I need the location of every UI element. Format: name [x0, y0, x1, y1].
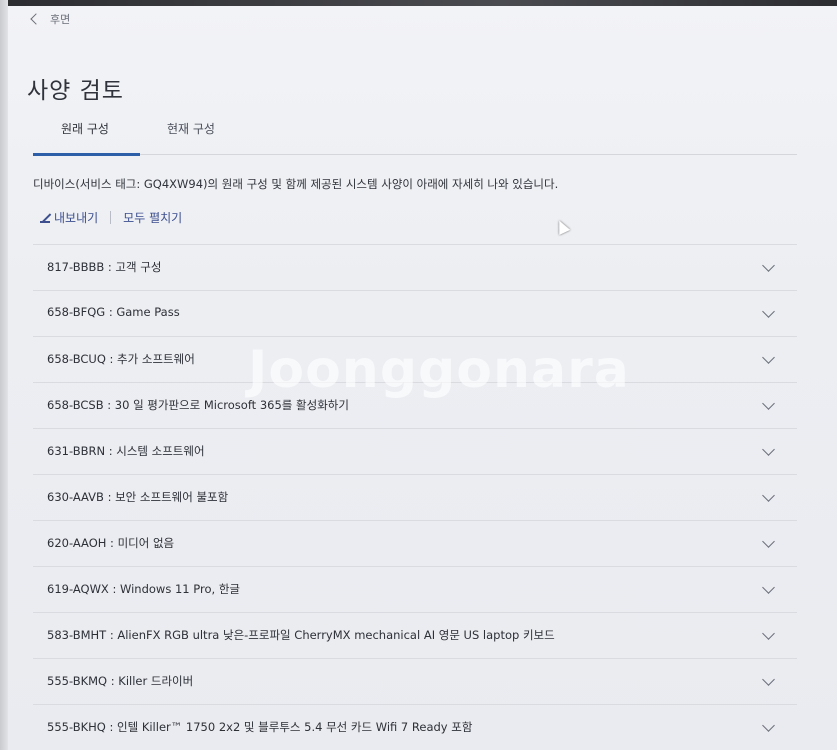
mouse-cursor-icon [553, 218, 571, 235]
list-item-label: 555-BKHQ : 인텔 Killer™ 1750 2x2 및 블루투스 5.… [47, 720, 473, 734]
list-item-label: 658-BCUQ : 추가 소프트웨어 [47, 352, 195, 366]
page-title: 사양 검토 [27, 78, 124, 105]
list-item-label: 631-BBRN : 시스템 소프트웨어 [47, 444, 205, 458]
expand-all-label: 모두 펼치기 [123, 211, 183, 225]
list-item[interactable]: 583-BMHT : AlienFX RGB ultra 낮은-프로파일 Che… [33, 613, 797, 659]
export-button[interactable]: 내보내기 [40, 209, 98, 226]
chevron-down-icon[interactable] [762, 535, 775, 548]
active-tab-indicator [33, 153, 140, 156]
chevron-down-icon[interactable] [762, 581, 775, 594]
back-label: 후면 [50, 13, 71, 26]
list-item-label: 619-AQWX : Windows 11 Pro, 한글 [47, 582, 240, 596]
chevron-down-icon[interactable] [762, 305, 775, 318]
chevron-down-icon[interactable] [762, 443, 775, 456]
chevron-down-icon[interactable] [762, 397, 775, 410]
screen-bezel-top [0, 0, 837, 6]
component-list: 817-BBBB : 고객 구성 658-BFQG : Game Pass 65… [33, 244, 797, 750]
list-item-label: 658-BCSB : 30 일 평가판으로 Microsoft 365를 활성화… [47, 398, 349, 412]
list-item[interactable]: 619-AQWX : Windows 11 Pro, 한글 [33, 567, 797, 613]
screen-bezel-left [0, 0, 8, 750]
description-text: 디바이스(서비스 태그: GQ4XW94)의 원래 구성 및 함께 제공된 시스… [33, 177, 559, 191]
export-icon [40, 213, 50, 223]
spec-review-page: 후면 사양 검토 원래 구성 현재 구성 디바이스(서비스 태그: GQ4XW9… [0, 0, 837, 750]
list-item[interactable]: 817-BBBB : 고객 구성 [33, 245, 797, 291]
list-item-label: 583-BMHT : AlienFX RGB ultra 낮은-프로파일 Che… [47, 628, 555, 642]
chevron-down-icon[interactable] [762, 259, 775, 272]
expand-all-button[interactable]: 모두 펼치기 [123, 209, 182, 226]
back-link[interactable]: 후면 [30, 11, 71, 27]
action-bar: 내보내기 모두 펼치기 [40, 209, 182, 226]
list-item-label: 555-BKMQ : Killer 드라이버 [47, 674, 194, 688]
list-item-label: 620-AAOH : 미디어 없음 [47, 536, 175, 550]
list-item[interactable]: 555-BKHQ : 인텔 Killer™ 1750 2x2 및 블루투스 5.… [33, 705, 797, 750]
list-item[interactable]: 620-AAOH : 미디어 없음 [33, 521, 797, 567]
tab-bar: 원래 구성 현재 구성 [33, 112, 797, 156]
list-item-label: 630-AAVB : 보안 소프트웨어 불포함 [47, 490, 229, 504]
list-item-label: 658-BFQG : Game Pass [47, 305, 180, 319]
chevron-down-icon[interactable] [762, 627, 775, 640]
tab-current-config[interactable]: 현재 구성 [167, 120, 215, 137]
list-item[interactable]: 631-BBRN : 시스템 소프트웨어 [33, 429, 797, 475]
list-item-label: 817-BBBB : 고객 구성 [47, 260, 162, 274]
action-divider [110, 211, 112, 224]
chevron-left-icon [30, 13, 42, 25]
list-item[interactable]: 658-BFQG : Game Pass [33, 291, 797, 337]
chevron-down-icon[interactable] [762, 489, 775, 502]
chevron-down-icon[interactable] [762, 351, 775, 364]
export-label: 내보내기 [54, 211, 99, 225]
list-item[interactable]: 658-BCUQ : 추가 소프트웨어 [33, 337, 797, 383]
chevron-down-icon[interactable] [762, 673, 775, 686]
list-item[interactable]: 630-AAVB : 보안 소프트웨어 불포함 [33, 475, 797, 521]
list-item[interactable]: 555-BKMQ : Killer 드라이버 [33, 659, 797, 705]
list-item[interactable]: 658-BCSB : 30 일 평가판으로 Microsoft 365를 활성화… [33, 383, 797, 429]
tab-original-config[interactable]: 원래 구성 [61, 120, 109, 137]
chevron-down-icon[interactable] [762, 719, 775, 732]
